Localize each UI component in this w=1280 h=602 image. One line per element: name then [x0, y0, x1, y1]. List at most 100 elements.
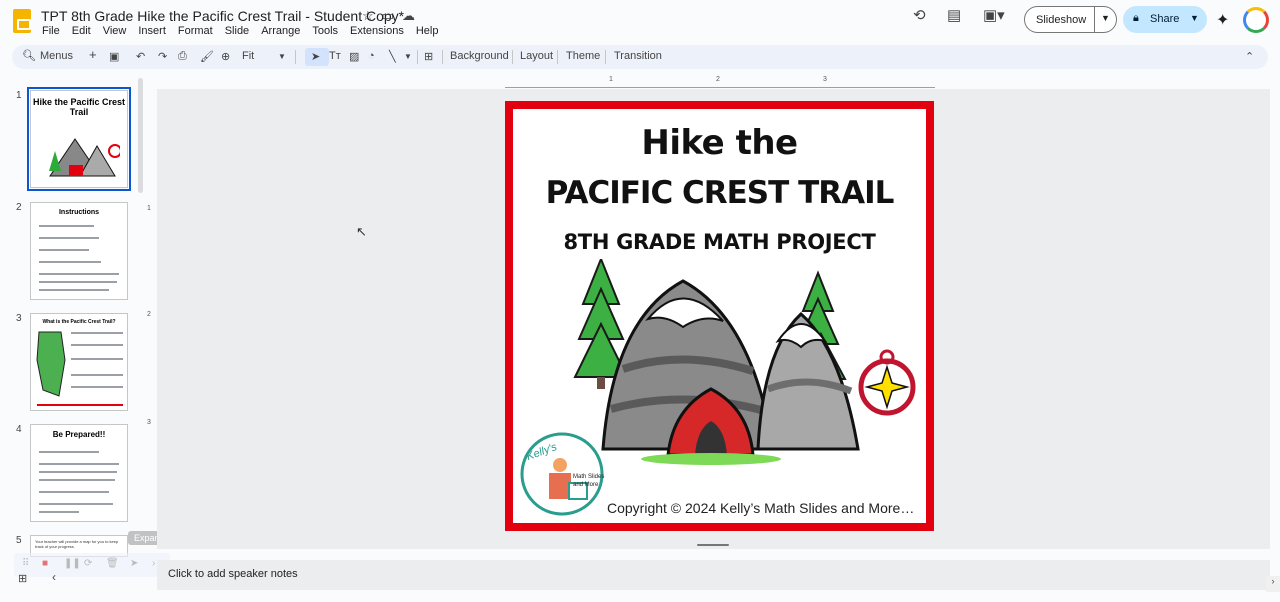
text-box-icon[interactable]: Tт: [329, 50, 341, 62]
redo-icon[interactable]: ↷: [158, 50, 167, 63]
ruler-tick: 3: [823, 76, 827, 83]
thumb-text-line: [39, 471, 117, 473]
share-button[interactable]: 🔒︎ Share ▼: [1123, 6, 1207, 33]
toolbar-divider: [417, 50, 418, 64]
slide-thumbnail-2[interactable]: Instructions: [30, 202, 128, 300]
ruler-line: [505, 87, 935, 88]
slide-number: 1: [16, 90, 22, 101]
pointer-icon[interactable]: ➤: [130, 558, 138, 569]
slideshow-label: Slideshow: [1036, 14, 1087, 26]
slide-title-line1[interactable]: Hike the: [513, 123, 926, 163]
grid-view-icon[interactable]: ⊞: [18, 572, 27, 585]
document-title[interactable]: TPT 8th Grade Hike the Pacific Crest Tra…: [41, 8, 404, 24]
slide-thumbnail-3[interactable]: What is the Pacific Crest Trail?: [30, 313, 128, 411]
slides-logo-icon[interactable]: [13, 9, 31, 33]
toolbar-divider: [295, 50, 296, 64]
thumb-text-line: [71, 344, 123, 346]
slide-thumbnail-1[interactable]: Hike the Pacific Crest Trail: [27, 87, 131, 191]
menu-edit[interactable]: Edit: [71, 25, 92, 37]
thumb-text-line: [39, 273, 119, 275]
toolbar-divider: [512, 50, 513, 64]
slideshow-button[interactable]: Slideshow ▼: [1024, 6, 1117, 33]
slide-filmstrip: 1 Hike the Pacific Crest Trail 2 Instruc…: [0, 76, 145, 557]
slide-content: Hike the PACIFIC CREST TRAIL 8TH GRADE M…: [513, 109, 926, 523]
toolbar-divider: [557, 50, 558, 64]
mountain-tent-illustration[interactable]: [573, 259, 923, 469]
toolbar-divider: [605, 50, 606, 64]
thumb-text-line: [39, 479, 115, 481]
filmstrip-controls: ⠿ ■ ❚❚ ⟳ 🗑︎ ➤ ›: [14, 553, 170, 577]
select-arrow-icon[interactable]: ➤: [311, 50, 320, 63]
slide-subtitle[interactable]: 8TH GRADE MATH PROJECT: [513, 230, 926, 254]
menu-bar: File Edit View Insert Format Slide Arran…: [41, 25, 439, 37]
search-menus[interactable]: Menus: [40, 50, 73, 62]
gemini-sparkle-icon[interactable]: ✦: [1216, 10, 1229, 30]
chevron-up-icon[interactable]: ⌃: [1245, 50, 1254, 63]
thumb-text-line: [39, 463, 119, 465]
speaker-notes[interactable]: Click to add speaker notes: [157, 560, 1270, 590]
paint-format-icon[interactable]: 🖌︎: [200, 50, 214, 63]
drag-handle-icon[interactable]: ⠿: [22, 558, 29, 569]
thumb-text-line: [39, 491, 109, 493]
zoom-icon[interactable]: ⊕: [221, 50, 230, 63]
current-slide[interactable]: Hike the PACIFIC CREST TRAIL 8TH GRADE M…: [505, 101, 934, 531]
theme-button[interactable]: Theme: [566, 50, 600, 62]
layout-button[interactable]: Layout: [520, 50, 553, 62]
star-icon[interactable]: ☆: [362, 8, 374, 24]
menu-file[interactable]: File: [41, 25, 61, 37]
chevron-down-icon[interactable]: ▼: [1101, 13, 1110, 23]
image-icon[interactable]: ▨: [349, 50, 359, 63]
shape-icon[interactable]: ◔: [368, 50, 375, 62]
slideshow-divider: [1094, 7, 1095, 32]
ruler-tick: 2: [147, 311, 151, 318]
transition-button[interactable]: Transition: [614, 50, 662, 62]
chevron-down-icon[interactable]: ▼: [404, 52, 412, 61]
slide-thumbnail-4[interactable]: Be Prepared!!: [30, 424, 128, 522]
comments-icon[interactable]: ▤: [947, 6, 961, 24]
chevron-left-icon[interactable]: ‹: [52, 570, 56, 584]
filmstrip-scrollbar[interactable]: [138, 78, 143, 193]
thumb-text-line: [39, 451, 99, 453]
search-icon[interactable]: 🔍︎: [22, 49, 36, 62]
undo-icon[interactable]: ↶: [136, 50, 145, 63]
menu-help[interactable]: Help: [415, 25, 440, 37]
add-comment-icon[interactable]: ⊞: [424, 50, 433, 63]
menu-arrange[interactable]: Arrange: [260, 25, 301, 37]
slide-copyright[interactable]: Copyright © 2024 Kelly’s Math Slides and…: [607, 500, 914, 516]
menu-slide[interactable]: Slide: [224, 25, 250, 37]
delete-icon[interactable]: 🗑︎: [106, 558, 119, 569]
version-history-icon[interactable]: ⟲: [913, 6, 926, 24]
speaker-notes-placeholder[interactable]: Click to add speaker notes: [168, 568, 298, 580]
thumb-title: What is the Pacific Crest Trail?: [42, 319, 116, 325]
chevron-right-icon[interactable]: ›: [152, 558, 155, 569]
record-icon[interactable]: ■: [42, 558, 48, 569]
side-panel-toggle-icon[interactable]: ›: [1266, 576, 1280, 592]
menu-extensions[interactable]: Extensions: [349, 25, 405, 37]
title-actions: ☆ ▭ ☁: [362, 8, 415, 24]
notes-resize-handle[interactable]: [697, 544, 729, 546]
cloud-status-icon[interactable]: ☁: [402, 8, 415, 24]
thumb-text-line: [39, 511, 79, 513]
thumb-text-line: [71, 386, 123, 388]
menu-tools[interactable]: Tools: [311, 25, 339, 37]
pause-icon[interactable]: ❚❚: [64, 558, 81, 569]
move-folder-icon[interactable]: ▭: [382, 8, 394, 24]
background-button[interactable]: Background: [450, 50, 509, 62]
ruler-tick: 1: [147, 205, 151, 212]
menu-view[interactable]: View: [102, 25, 128, 37]
slide-title-line2[interactable]: PACIFIC CREST TRAIL: [513, 175, 926, 211]
chevron-down-icon[interactable]: ▼: [1190, 13, 1199, 23]
thumb-text-line: [39, 289, 109, 291]
restart-icon[interactable]: ⟳: [84, 558, 92, 569]
thumb-text-line: [39, 237, 99, 239]
zoom-select[interactable]: Fit: [242, 50, 254, 62]
layout-grid-icon[interactable]: ▣: [109, 50, 119, 63]
account-avatar[interactable]: [1243, 7, 1269, 33]
menu-insert[interactable]: Insert: [137, 25, 167, 37]
menu-format[interactable]: Format: [177, 25, 214, 37]
chevron-down-icon[interactable]: ▼: [278, 52, 286, 61]
new-slide-icon[interactable]: +: [89, 47, 97, 62]
print-icon[interactable]: ⎙: [178, 50, 187, 63]
meet-camera-icon[interactable]: ▣▾: [983, 6, 1005, 24]
line-icon[interactable]: ╲: [389, 50, 396, 63]
